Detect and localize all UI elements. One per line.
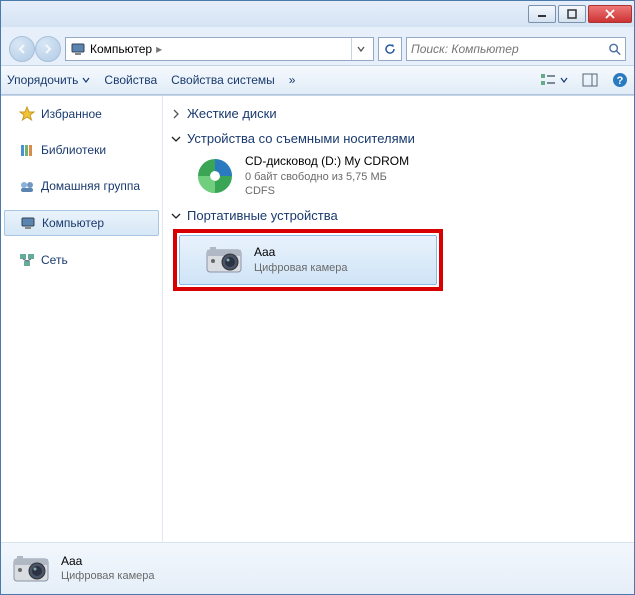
device-type: Цифровая камера <box>254 261 348 275</box>
details-subtitle: Цифровая камера <box>61 569 155 583</box>
homegroup-icon <box>19 178 35 194</box>
device-title: Aaa <box>254 245 348 261</box>
sidebar-item-favorites[interactable]: Избранное <box>1 102 162 126</box>
drive-item-camera[interactable]: Aaa Цифровая камера <box>179 235 437 285</box>
sidebar-item-network[interactable]: Сеть <box>1 248 162 272</box>
group-label: Устройства со съемными носителями <box>187 131 415 146</box>
breadcrumb-separator-icon: ▸ <box>156 42 162 56</box>
group-removable[interactable]: Устройства со съемными носителями <box>171 125 626 150</box>
group-label: Портативные устройства <box>187 208 338 223</box>
search-icon <box>608 42 621 56</box>
maximize-button[interactable] <box>558 5 586 23</box>
view-options-button[interactable] <box>540 72 568 88</box>
camera-icon <box>204 240 244 280</box>
drive-item-cd[interactable]: CD-дисковод (D:) My CDROM 0 байт свободн… <box>171 150 626 202</box>
help-button[interactable]: ? <box>612 72 628 88</box>
drive-filesystem: CDFS <box>245 184 409 198</box>
chevron-down-icon <box>171 211 181 221</box>
computer-icon <box>70 41 86 57</box>
sidebar-label: Компьютер <box>42 216 104 230</box>
close-button[interactable] <box>588 5 632 23</box>
computer-icon <box>20 215 36 231</box>
group-hard-drives[interactable]: Жесткие диски <box>171 100 626 125</box>
explorer-window: Компьютер ▸ Упорядочить Свойства Свойств… <box>0 0 635 595</box>
cd-drive-icon <box>195 156 235 196</box>
group-label: Жесткие диски <box>187 106 277 121</box>
titlebar <box>1 1 634 27</box>
drive-title: CD-дисковод (D:) My CDROM <box>245 154 409 170</box>
content-pane: Жесткие диски Устройства со съемными нос… <box>163 96 634 542</box>
sidebar-label: Библиотеки <box>41 143 106 157</box>
sidebar-label: Домашняя группа <box>41 179 140 193</box>
star-icon <box>19 106 35 122</box>
forward-button[interactable] <box>35 36 61 62</box>
address-dropdown[interactable] <box>351 38 369 60</box>
camera-icon <box>11 549 51 589</box>
system-properties-button[interactable]: Свойства системы <box>171 73 275 87</box>
group-portable[interactable]: Портативные устройства <box>171 202 626 227</box>
sidebar-label: Сеть <box>41 253 68 267</box>
address-bar[interactable]: Компьютер ▸ <box>65 37 374 61</box>
main-area: Избранное Библиотеки Домашняя группа Ком… <box>1 95 634 542</box>
sidebar-item-libraries[interactable]: Библиотеки <box>1 138 162 162</box>
search-input[interactable] <box>411 42 608 56</box>
refresh-button[interactable] <box>378 37 402 61</box>
back-button[interactable] <box>9 36 35 62</box>
toolbar: Упорядочить Свойства Свойства системы » … <box>1 65 634 95</box>
toolbar-overflow[interactable]: » <box>289 73 296 87</box>
annotation-highlight: Aaa Цифровая камера <box>173 229 443 291</box>
sidebar-item-computer[interactable]: Компьютер <box>4 210 159 236</box>
preview-pane-button[interactable] <box>582 72 598 88</box>
drive-free-space: 0 байт свободно из 5,75 МБ <box>245 170 409 184</box>
chevron-right-icon <box>171 109 181 119</box>
search-box[interactable] <box>406 37 626 61</box>
libraries-icon <box>19 142 35 158</box>
navbar: Компьютер ▸ <box>7 33 628 65</box>
sidebar-item-homegroup[interactable]: Домашняя группа <box>1 174 162 198</box>
network-icon <box>19 252 35 268</box>
organize-menu[interactable]: Упорядочить <box>7 73 90 87</box>
nav-pane: Избранное Библиотеки Домашняя группа Ком… <box>1 96 163 542</box>
address-segment[interactable]: Компьютер <box>90 42 152 56</box>
minimize-button[interactable] <box>528 5 556 23</box>
details-title: Aaa <box>61 554 155 570</box>
details-pane: Aaa Цифровая камера <box>1 542 634 594</box>
sidebar-label: Избранное <box>41 107 102 121</box>
svg-text:?: ? <box>617 75 624 87</box>
properties-button[interactable]: Свойства <box>104 73 157 87</box>
chevron-down-icon <box>171 134 181 144</box>
